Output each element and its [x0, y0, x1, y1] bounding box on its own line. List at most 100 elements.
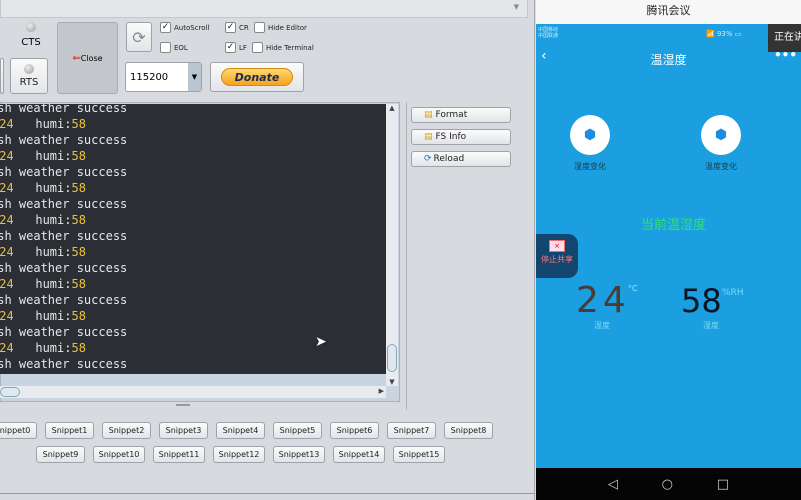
reading-text: humi:	[13, 277, 72, 291]
back-nav-icon[interactable]: ◁	[608, 477, 618, 492]
divider	[406, 102, 407, 410]
dtr-button[interactable]	[0, 58, 4, 94]
snippet-button[interactable]: Snippet5	[273, 422, 322, 439]
snippet-button[interactable]: Snippet11	[153, 446, 205, 463]
reload-button[interactable]: ⟳ Reload	[411, 151, 511, 167]
card1-label: 湿度变化	[574, 162, 606, 171]
cr-checkbox[interactable]: ✓ CR	[225, 22, 249, 33]
status-text: ish weather success	[0, 293, 128, 307]
reading-text: 24	[0, 149, 14, 163]
vertical-scrollbar[interactable]: ▲ ▼	[386, 104, 398, 386]
rts-button[interactable]: RTS	[10, 58, 48, 94]
phone-screen-share: 腾讯会议 中国移动 中国联通 📶 93% ▭ 正在讲 ‹ 温湿度 ••• ⬢ 湿度…	[536, 0, 801, 500]
lf-checkbox[interactable]: ✓ LF	[225, 42, 247, 53]
snippet-button[interactable]: Snippet14	[333, 446, 385, 463]
home-nav-icon[interactable]: ○	[662, 477, 673, 492]
snippet-button[interactable]: Snippet2	[102, 422, 151, 439]
reading-text: 58	[71, 181, 86, 195]
snippets-row-2: Snippet9 Snippet10 Snippet11 Snippet12 Snipp…	[36, 446, 445, 463]
humidity-label: 湿度	[703, 321, 719, 330]
page-title: 温湿度	[650, 53, 687, 67]
terminal-line-status: ish weather success	[0, 261, 127, 277]
terminal-line-reading: 24 humi:58	[0, 117, 86, 133]
snippet-button[interactable]: Snippet15	[393, 446, 445, 463]
humidity-value: 58	[681, 282, 722, 320]
status-text: ish weather success	[0, 229, 128, 243]
status-text: ish weather success	[0, 104, 128, 115]
hide-editor-checkbox[interactable]: Hide Editor	[254, 22, 307, 33]
baud-rate-select[interactable]: 115200 ▼	[125, 62, 202, 92]
temperature-label: 温度	[594, 321, 610, 330]
snippet-button[interactable]: Snippet4	[216, 422, 265, 439]
meeting-window-title: 腾讯会议	[536, 0, 801, 24]
status-bar: 中国移动 中国联通 📶 93% ▭	[538, 27, 742, 39]
snippet-button[interactable]: Snippet0	[0, 422, 37, 439]
fs-info-button[interactable]: ▤ FS Info	[411, 129, 511, 145]
reading-text: 58	[71, 245, 86, 259]
card2-label: 温度变化	[705, 162, 737, 171]
status-divider	[0, 493, 535, 494]
reading-text: 24	[0, 309, 14, 323]
temperature-unit: °C	[628, 284, 638, 293]
terminal-line-reading: 24 humi:58	[0, 149, 86, 165]
humidity-chart-button[interactable]: ⬢	[570, 115, 610, 155]
reading-text: 58	[71, 149, 86, 163]
mouse-cursor-icon: ➤	[315, 334, 327, 350]
hide-terminal-checkbox[interactable]: Hide Terminal	[252, 42, 314, 53]
autoscroll-checkbox[interactable]: ✓ AutoScroll	[160, 22, 209, 33]
scroll-thumb[interactable]	[387, 344, 397, 372]
status-text: ish weather success	[0, 197, 128, 211]
cts-indicator: CTS	[18, 22, 44, 48]
reading-text: 58	[71, 213, 86, 227]
horizontal-scrollbar[interactable]: ▶	[0, 386, 386, 398]
snippet-button[interactable]: Snippet3	[159, 422, 208, 439]
snippet-button[interactable]: Snippet6	[330, 422, 379, 439]
hscroll-thumb[interactable]	[0, 387, 20, 397]
port-combobox[interactable]: ▼	[0, 0, 528, 18]
donate-button[interactable]: Donate	[210, 62, 304, 92]
terminal-line-status: ish weather success	[0, 104, 127, 117]
reading-text: 58	[71, 117, 86, 131]
stop-share-button[interactable]: × 停止共享	[536, 234, 578, 278]
reading-text: 24	[0, 341, 14, 355]
refresh-button[interactable]: ⟳	[126, 22, 152, 52]
terminal-line-reading: 24 humi:58	[0, 277, 86, 293]
snippet-button[interactable]: Snippet13	[273, 446, 325, 463]
reading-text: 24	[0, 117, 14, 131]
splitter-handle[interactable]	[176, 404, 190, 406]
reading-text: humi:	[13, 245, 72, 259]
terminal-line-status: ish weather success	[0, 133, 127, 149]
snippet-button[interactable]: Snippet1	[45, 422, 94, 439]
snippet-button[interactable]: Snippet8	[444, 422, 493, 439]
reading-text: 58	[71, 277, 86, 291]
status-text: ish weather success	[0, 133, 128, 147]
recents-nav-icon[interactable]: □	[717, 477, 729, 492]
terminal-line-status: ish weather success	[0, 197, 127, 213]
status-text: ish weather success	[0, 165, 128, 179]
eol-checkbox[interactable]: EOL	[160, 42, 188, 53]
reading-text: humi:	[13, 341, 72, 355]
reading-text: 24	[0, 245, 14, 259]
snippet-button[interactable]: Snippet9	[36, 446, 85, 463]
humidity-unit: %RH	[722, 288, 744, 298]
temperature-chart-button[interactable]: ⬢	[701, 115, 741, 155]
reading-text: 24	[0, 277, 14, 291]
close-button[interactable]: ⇐ Close	[57, 22, 118, 94]
section-title: 当前温湿度	[640, 218, 706, 233]
terminal-output[interactable]: ish weather success 24 humi:58 ish weathe…	[0, 104, 386, 374]
terminal-line-status: ish weather success	[0, 325, 127, 341]
serial-tool-window: ▼ CTS RTS ⇐ Close ⟳ ✓ AutoScroll EOL ✓ CR ✓…	[0, 0, 535, 500]
snippet-button[interactable]: Snippet10	[93, 446, 145, 463]
more-icon[interactable]: •••	[774, 48, 797, 62]
format-icon: ▤	[424, 110, 433, 120]
terminal-line-reading: 24 humi:58	[0, 213, 86, 229]
snippet-button[interactable]: Snippet12	[213, 446, 265, 463]
snippet-button[interactable]: Snippet7	[387, 422, 436, 439]
cube-icon: ⬢	[583, 127, 597, 143]
format-button[interactable]: ▤ Format	[411, 107, 511, 123]
terminal-line-reading: 24 humi:58	[0, 181, 86, 197]
terminal-line-status: ish weather success	[0, 293, 127, 309]
terminal-line-reading: 24 humi:58	[0, 245, 86, 261]
reading-text: humi:	[13, 181, 72, 195]
reading-text: 58	[71, 309, 86, 323]
